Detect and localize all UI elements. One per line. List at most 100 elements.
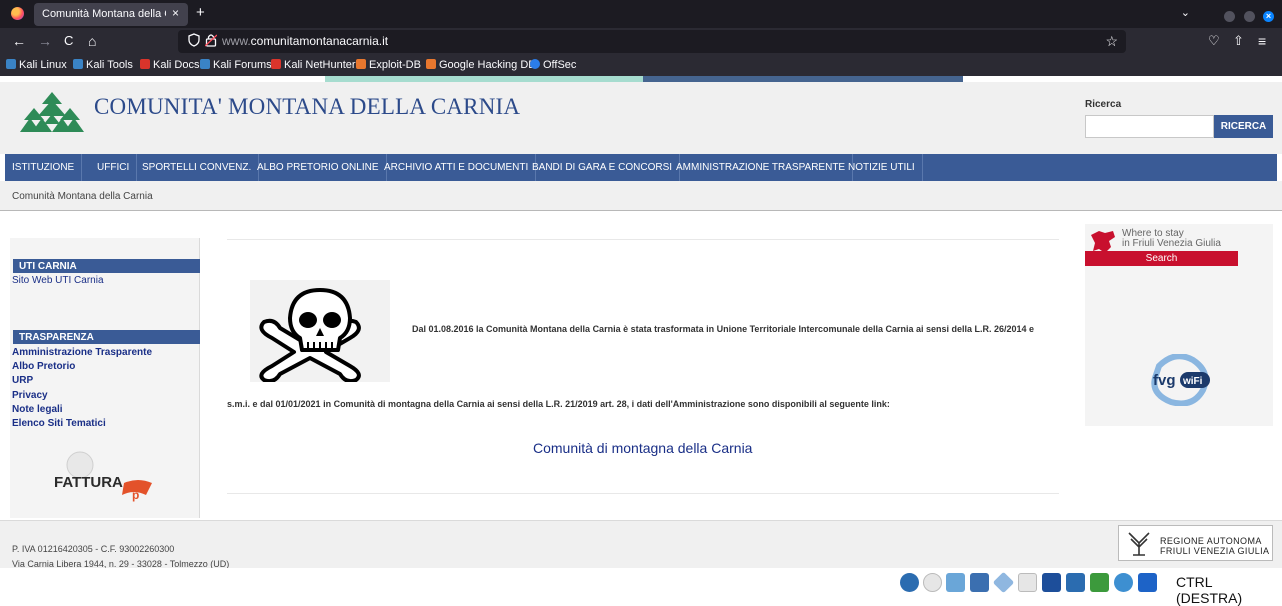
main-menu: ISTITUZIONE UFFICI SPORTELLI CONVENZ. AL…	[5, 154, 1277, 181]
search-button[interactable]: RICERCA	[1214, 115, 1273, 138]
pocket-icon[interactable]: ♡	[1208, 33, 1220, 49]
menu-bandi[interactable]: BANDI DI GARA E CONCORSI	[525, 154, 681, 181]
fattura-pa-logo[interactable]: FATTURA p	[52, 451, 160, 503]
note-legali-link[interactable]: Note legali	[12, 404, 63, 415]
bookmark-exploit-db[interactable]: Exploit-DB	[356, 59, 421, 71]
bookmark-kali-docs[interactable]: Kali Docs	[140, 59, 199, 71]
display-icon[interactable]	[1042, 573, 1061, 592]
site-title[interactable]: COMUNITA' MONTANA DELLA CARNIA	[94, 94, 520, 120]
svg-text:p: p	[132, 488, 139, 502]
bookmark-offsec[interactable]: OffSec	[530, 59, 576, 71]
menu-uffici[interactable]: UFFICI	[90, 154, 138, 181]
menu-istituzione[interactable]: ISTITUZIONE	[5, 154, 83, 181]
vm-status-bar: CTRL (DESTRA)	[0, 568, 1282, 606]
app-menu-icon[interactable]: ≡	[1258, 33, 1266, 49]
menu-sportelli[interactable]: SPORTELLI CONVENZ.	[135, 154, 260, 181]
search-input[interactable]	[1085, 115, 1214, 138]
url-bar[interactable]: www.comunitamontanacarnia.it ☆	[178, 30, 1126, 53]
search-label: Ricerca	[1085, 99, 1122, 110]
fvg-wifi-text: fvg	[1153, 372, 1176, 389]
fvg-banner[interactable]: Where to stay in Friuli Venezia Giulia S…	[1085, 224, 1273, 426]
offsec-icon	[530, 59, 540, 69]
bookmark-kali-forums[interactable]: Kali Forums	[200, 59, 272, 71]
kali-icon	[6, 59, 16, 69]
menu-albo-pretorio[interactable]: ALBO PRETORIO ONLINE	[250, 154, 387, 181]
recording-icon[interactable]	[1066, 573, 1085, 592]
mouse-integration-icon[interactable]	[1090, 573, 1109, 592]
shared-folders-icon[interactable]	[1018, 573, 1037, 592]
site-logo-icon[interactable]	[20, 90, 84, 134]
regione-text: REGIONE AUTONOMA FRIULI VENEZIA GIULIA	[1160, 536, 1270, 556]
menu-notizie-utili[interactable]: NOTIZIE UTILI	[841, 154, 923, 181]
tab-list-icon[interactable]: ⌄	[1181, 6, 1190, 19]
maximize-button[interactable]	[1243, 11, 1255, 23]
tab-close-icon[interactable]: ×	[172, 6, 179, 20]
notice-text-line-1: Dal 01.08.2016 la Comunità Montana della…	[412, 324, 1035, 334]
fattura-logo-text: FATTURA	[54, 474, 123, 491]
bookmark-star-icon[interactable]: ☆	[1105, 33, 1118, 50]
breadcrumb[interactable]: Comunità Montana della Carnia	[12, 191, 153, 202]
home-icon[interactable]: ⌂	[88, 33, 96, 49]
audio-icon[interactable]	[946, 573, 965, 592]
bookmarks-toolbar: Kali Linux Kali Tools Kali Docs Kali For…	[0, 55, 1282, 76]
usb-icon[interactable]	[992, 571, 1015, 594]
window-controls: ×	[1220, 8, 1274, 26]
elenco-siti-tematici-link[interactable]: Elenco Siti Tematici	[12, 418, 106, 429]
fvg-wifi-logo[interactable]: fvg wiFi	[1145, 354, 1217, 406]
amministrazione-trasparente-link[interactable]: Amministrazione Trasparente	[12, 347, 152, 358]
where-to-stay-text: Where to stay in Friuli Venezia Giulia	[1122, 228, 1221, 249]
fvg-search-button[interactable]: Search	[1085, 251, 1238, 266]
lock-icon[interactable]	[205, 33, 217, 47]
main-divider-bottom	[227, 493, 1059, 494]
menu-archivio[interactable]: ARCHIVIO ATTI E DOCUMENTI	[377, 154, 537, 181]
tab-title: Comunità Montana della Carnia	[42, 8, 166, 20]
uti-carnia-link[interactable]: Sito Web UTI Carnia	[12, 275, 104, 286]
site-footer: P. IVA 01216420305 - C.F. 93002260300 Vi…	[0, 520, 1282, 568]
uti-carnia-heading: UTI CARNIA	[13, 259, 200, 273]
extensions-icon[interactable]: ⇧	[1233, 33, 1244, 49]
shield-icon[interactable]	[188, 33, 200, 47]
albo-pretorio-link[interactable]: Albo Pretorio	[12, 361, 75, 372]
bookmark-kali-tools[interactable]: Kali Tools	[73, 59, 133, 71]
trasparenza-heading: TRASPARENZA	[13, 330, 200, 344]
minimize-button[interactable]	[1224, 11, 1236, 23]
kali-docs-icon	[140, 59, 150, 69]
ghdb-icon	[426, 59, 436, 69]
notice-text-line-2: s.m.i. e dal 01/01/2021 in Comunità di m…	[227, 399, 890, 409]
optical-drive-icon[interactable]	[923, 573, 942, 592]
new-tab-button[interactable]: +	[196, 5, 205, 20]
forward-icon[interactable]: →	[38, 33, 52, 49]
kali-forums-icon	[200, 59, 210, 69]
regione-fvg-logo[interactable]: REGIONE AUTONOMA FRIULI VENEZIA GIULIA	[1118, 525, 1273, 561]
site-header: COMUNITA' MONTANA DELLA CARNIA Ricerca R…	[0, 82, 1282, 154]
privacy-link[interactable]: Privacy	[12, 390, 48, 401]
bookmark-kali-nethunter[interactable]: Kali NetHunter	[271, 59, 356, 71]
hdd-activity-icon[interactable]	[900, 573, 919, 592]
fvg-wifi-badge: wiFi	[1182, 376, 1203, 387]
urp-link[interactable]: URP	[12, 375, 33, 386]
main-divider-top	[227, 239, 1059, 240]
guest-additions-icon[interactable]	[1114, 573, 1133, 592]
footer-vat-line: P. IVA 01216420305 - C.F. 93002260300	[12, 544, 175, 554]
browser-nav-bar: ← → C ⌂ www.comunitamontanacarnia.it ☆ ♡…	[0, 28, 1282, 55]
skull-crossbones-image	[250, 280, 390, 384]
menu-amministrazione-trasparente[interactable]: AMMINISTRAZIONE TRASPARENTE	[669, 154, 854, 181]
footer-address-line: Via Carnia Libera 1944, n. 29 - 33028 - …	[12, 559, 230, 568]
exploit-db-icon	[356, 59, 366, 69]
breadcrumb-bar: Comunità Montana della Carnia	[0, 181, 1282, 211]
reload-icon[interactable]: C	[64, 33, 73, 49]
nethunter-icon	[271, 59, 281, 69]
url-text: www.comunitamontanacarnia.it	[222, 34, 389, 48]
bookmark-google-hacking-db[interactable]: Google Hacking DB	[426, 59, 536, 71]
host-key-label: CTRL (DESTRA)	[1176, 574, 1243, 606]
back-icon[interactable]: ←	[12, 33, 26, 49]
web-page: COMUNITA' MONTANA DELLA CARNIA Ricerca R…	[0, 76, 1282, 568]
comunita-montagna-link[interactable]: Comunità di montagna della Carnia	[533, 440, 752, 456]
window-close-button[interactable]: ×	[1263, 11, 1274, 23]
browser-tab-active[interactable]: Comunità Montana della Carnia ×	[34, 3, 188, 26]
network-icon[interactable]	[970, 573, 989, 592]
keyboard-capture-icon[interactable]	[1138, 573, 1157, 592]
browser-tab-bar: Comunità Montana della Carnia × + ⌄ ×	[0, 0, 1282, 28]
firefox-icon[interactable]	[11, 7, 24, 20]
bookmark-kali-linux[interactable]: Kali Linux	[6, 59, 67, 71]
